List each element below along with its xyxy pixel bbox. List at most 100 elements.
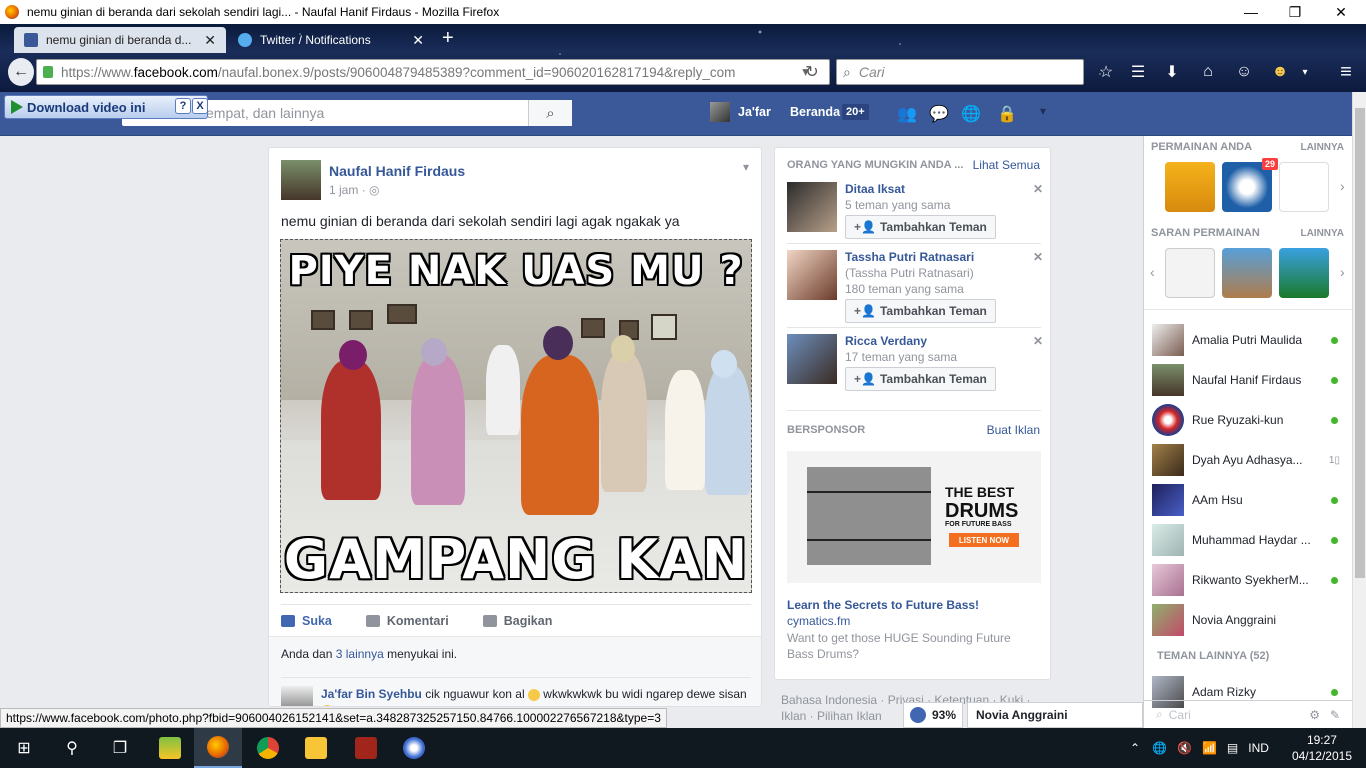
page-scrollbar[interactable] (1352, 92, 1366, 728)
home-icon[interactable]: ⌂ (1198, 62, 1218, 82)
ad-image[interactable]: THE BEST DRUMS FOR FUTURE BASS LISTEN NO… (787, 451, 1041, 583)
chevron-right-icon[interactable]: › (1340, 178, 1345, 194)
url-bar[interactable]: https://www. facebook.com/naufal.bonex.9/… (36, 59, 830, 85)
start-button[interactable]: ⊞ (0, 728, 48, 768)
tab-facebook[interactable]: nemu ginian di beranda d... ✕ (14, 27, 226, 53)
dismiss-icon[interactable]: ✕ (1033, 334, 1043, 348)
language-indicator[interactable]: IND (1248, 741, 1269, 755)
suggestion-name[interactable]: Ricca Verdany (845, 334, 927, 348)
share-button[interactable]: Bagikan (482, 614, 552, 628)
gear-icon[interactable]: ⚙ (1309, 708, 1320, 722)
compose-icon[interactable]: ✎ (1330, 708, 1340, 722)
chevron-left-icon[interactable]: ‹ (1150, 264, 1155, 280)
chevron-up-icon[interactable]: ⌃ (1130, 741, 1140, 755)
game-agario-icon[interactable] (1279, 162, 1329, 212)
game-caveman-icon[interactable] (1222, 248, 1272, 298)
game-bike-icon[interactable] (1165, 248, 1215, 298)
close-tab-icon[interactable]: ✕ (204, 32, 216, 49)
bookmarks-list-icon[interactable]: ☰ (1128, 62, 1148, 82)
settings-icon[interactable]: 🔒 (992, 104, 1022, 123)
ad-headline[interactable]: Learn the Secrets to Future Bass! (787, 598, 979, 612)
suggested-more-link[interactable]: LAINNYA (1300, 228, 1344, 239)
post-time[interactable]: 1 jam · ◎ (329, 183, 380, 197)
file-explorer-icon[interactable] (292, 728, 340, 768)
restore-button[interactable]: ❐ (1272, 0, 1318, 24)
commenter-name[interactable]: Ja'far Bin Syehbu (321, 687, 422, 701)
commenter-avatar[interactable] (281, 686, 313, 706)
post-photo[interactable]: PIYE NAK UAS MU ? GAMPANG KAN ? (280, 239, 752, 593)
see-all-link[interactable]: Lihat Semua (973, 158, 1040, 172)
game-8ball-icon[interactable]: 29 (1222, 158, 1278, 212)
add-friend-button[interactable]: +👤 Tambahkan Teman (845, 367, 996, 391)
avatar[interactable] (787, 334, 837, 384)
avatar[interactable] (787, 250, 837, 300)
search-icon[interactable]: ⚲ (48, 728, 96, 768)
network-globe-icon[interactable]: 🌐 (1152, 741, 1167, 755)
chat-tab[interactable]: Novia Anggraini (967, 702, 1143, 728)
wifi-icon[interactable]: 📶 (1202, 741, 1217, 755)
suggestion-name[interactable]: Ditaa Iksat (845, 182, 905, 196)
menu-icon[interactable]: ≡ (1334, 61, 1358, 83)
chrome-icon[interactable] (244, 728, 292, 768)
close-icon[interactable]: X (192, 98, 208, 114)
chevron-right-icon[interactable]: › (1340, 264, 1345, 280)
chevron-down-icon[interactable]: ▾ (743, 160, 749, 174)
new-tab-button[interactable]: + (442, 27, 454, 50)
contact-row[interactable]: Rikwanto SyekherM... (1152, 562, 1344, 598)
notification-icon[interactable]: ▤ (1227, 741, 1238, 755)
bookmark-star-icon[interactable]: ☆ (1096, 62, 1116, 82)
chevron-down-icon[interactable]: ▾ (1298, 62, 1312, 82)
create-ad-link[interactable]: Buat Iklan (987, 423, 1040, 437)
minimize-button[interactable]: — (1228, 0, 1274, 24)
game-stickman-icon[interactable] (1165, 162, 1215, 212)
dota2-icon[interactable] (342, 728, 390, 768)
help-button[interactable]: ? (175, 98, 191, 114)
messages-icon[interactable]: 💬 (928, 104, 950, 123)
dismiss-icon[interactable]: ✕ (1033, 250, 1043, 264)
browser-search-input[interactable]: ⌕ Cari (836, 59, 1084, 85)
contact-row[interactable]: Rue Ryuzaki-kun (1152, 402, 1344, 438)
bluestacks-icon[interactable] (146, 728, 194, 768)
reload-icon[interactable]: ↻ (802, 62, 822, 82)
volume-muted-icon[interactable]: 🔇 (1177, 741, 1192, 755)
task-view-icon[interactable]: ❐ (96, 728, 144, 768)
contact-row[interactable]: Amalia Putri Maulida (1152, 322, 1344, 358)
add-friend-button[interactable]: +👤 Tambahkan Teman (845, 215, 996, 239)
avatar[interactable] (787, 182, 837, 232)
profile-link[interactable]: Ja'far (710, 102, 771, 122)
game-soccer-icon[interactable] (1279, 248, 1329, 298)
contact-row[interactable]: Naufal Hanif Firdaus (1152, 362, 1344, 398)
close-window-button[interactable]: ✕ (1318, 0, 1364, 24)
app-icon[interactable] (390, 728, 438, 768)
taskbar-clock[interactable]: 19:27 04/12/2015 (1292, 732, 1352, 764)
contact-row[interactable]: Muhammad Haydar ... (1152, 522, 1344, 558)
chat-search-input[interactable]: ⌕ Cari ⚙ ✎ (1144, 700, 1352, 728)
likers-link[interactable]: 3 lainnya (336, 647, 384, 661)
firefox-taskbar-icon[interactable] (194, 728, 242, 768)
chevron-down-icon[interactable]: ▾ (1032, 104, 1054, 122)
dismiss-icon[interactable]: ✕ (1033, 182, 1043, 196)
contact-row[interactable]: Novia Anggraini (1152, 602, 1344, 638)
like-button[interactable]: Suka (281, 614, 332, 628)
search-icon[interactable]: ⌕ (528, 100, 572, 126)
monkey-icon[interactable]: ☻ (1270, 62, 1290, 82)
home-link[interactable]: Beranda (790, 105, 840, 119)
chat-status-indicator[interactable]: 93% (903, 702, 963, 728)
ad-domain[interactable]: cymatics.fm (787, 614, 850, 628)
notifications-globe-icon[interactable]: 🌐 (960, 104, 982, 123)
chat-face-icon[interactable]: ☺ (1234, 62, 1254, 82)
author-avatar[interactable] (281, 160, 321, 200)
contact-row[interactable]: AAm Hsu (1152, 482, 1344, 518)
contact-row[interactable]: Dyah Ayu Adhasya... 1▯ (1152, 442, 1344, 478)
download-icon[interactable]: ⬇ (1162, 62, 1182, 82)
games-more-link[interactable]: LAINNYA (1300, 142, 1344, 153)
friend-requests-icon[interactable]: 👥 (896, 104, 918, 123)
post-author[interactable]: Naufal Hanif Firdaus (329, 163, 465, 179)
tab-twitter[interactable]: Twitter / Notifications ✕ (228, 27, 434, 53)
back-button[interactable]: ← (8, 58, 34, 86)
download-video-button[interactable]: Download video ini ? X (4, 95, 208, 119)
suggestion-name[interactable]: Tassha Putri Ratnasari (845, 250, 974, 264)
add-friend-button[interactable]: +👤 Tambahkan Teman (845, 299, 996, 323)
comment-button[interactable]: Komentari (365, 614, 449, 628)
close-tab-icon[interactable]: ✕ (412, 32, 424, 49)
